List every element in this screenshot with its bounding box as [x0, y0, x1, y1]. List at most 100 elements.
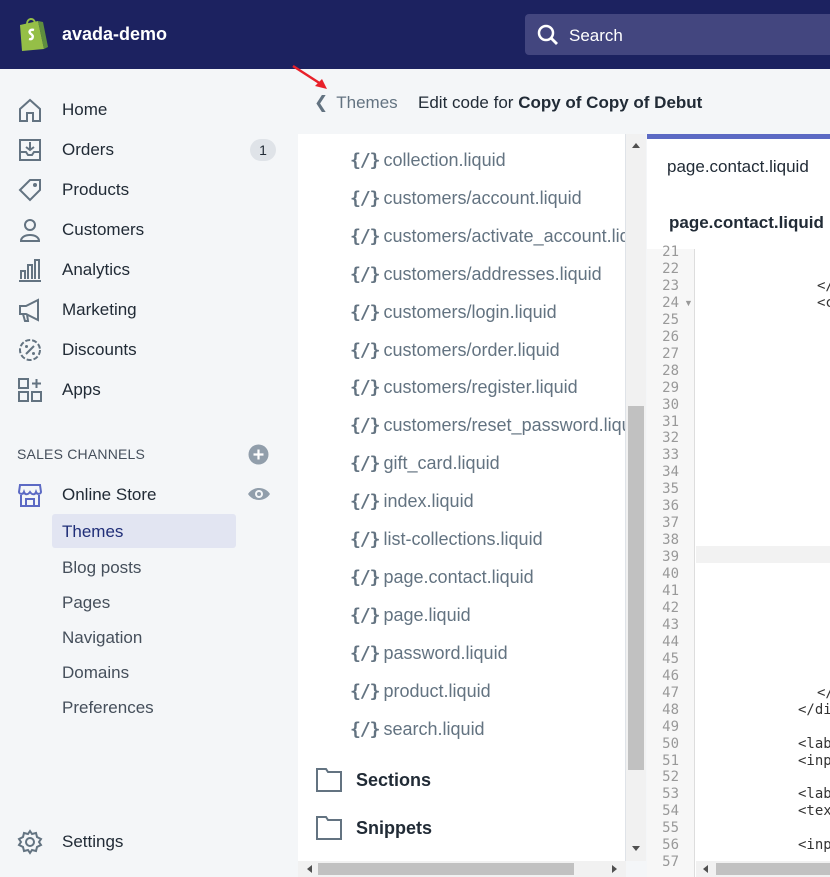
tab-page-contact[interactable]: page.contact.liquid: [667, 157, 809, 177]
liquid-file-icon: {/}: [350, 225, 380, 247]
nav-settings[interactable]: Settings: [0, 824, 296, 860]
file-item[interactable]: {/} customers/order.liquid: [350, 340, 560, 370]
line-number: 28: [662, 362, 679, 379]
code-line[interactable]: <lab: [798, 786, 830, 802]
sub-item-pages[interactable]: Pages: [52, 585, 236, 619]
scrollbar-thumb[interactable]: [318, 863, 574, 875]
file-name: customers/order.liquid: [383, 339, 560, 360]
code-editor: page.contact.liquid page.contact.liquid …: [647, 134, 830, 877]
line-number: 21: [662, 244, 679, 260]
scrollbar-thumb[interactable]: [716, 863, 830, 875]
file-item[interactable]: {/} product.liquid: [350, 681, 491, 711]
line-number: 50: [662, 735, 679, 752]
nav-analytics[interactable]: Analytics: [0, 252, 296, 288]
code-line[interactable]: <lab: [798, 736, 830, 752]
sub-item-preferences[interactable]: Preferences: [52, 690, 236, 724]
code-line[interactable]: </: [817, 685, 830, 701]
code-line[interactable]: </: [817, 278, 830, 294]
sub-item-domains[interactable]: Domains: [52, 655, 236, 689]
nav-online-store-label: Online Store: [62, 485, 157, 504]
liquid-file-icon: {/}: [350, 187, 380, 209]
file-item[interactable]: {/} page.contact.liquid: [350, 567, 534, 597]
scroll-up-arrow-icon[interactable]: [626, 138, 646, 154]
sub-item-themes[interactable]: Themes: [52, 514, 236, 548]
nav-marketing[interactable]: Marketing: [0, 292, 296, 328]
nav-apps[interactable]: Apps: [0, 372, 296, 408]
file-item[interactable]: {/} customers/login.liquid: [350, 302, 557, 332]
search-bar[interactable]: Search: [525, 14, 830, 55]
liquid-file-icon: {/}: [350, 150, 380, 171]
nav-customers[interactable]: Customers: [0, 212, 296, 248]
line-number-gutter: 21 22 23 24 25 26 27 28 29 30 31 32 33 34 35 36 37 38 39 40…: [647, 244, 695, 877]
file-item[interactable]: {/} customers/addresses.liquid: [350, 264, 602, 294]
fold-arrow-icon[interactable]: ▼: [684, 298, 693, 308]
file-item[interactable]: {/} customers/reset_password.liquid: [350, 415, 626, 445]
file-name: customers/activate_account.liquid: [383, 225, 625, 246]
back-label: Themes: [336, 93, 398, 112]
nav-products[interactable]: Products: [0, 172, 296, 208]
editor-horizontal-scrollbar[interactable]: [696, 861, 830, 877]
file-name: password.liquid: [383, 642, 508, 663]
file-name: customers/login.liquid: [383, 301, 557, 322]
editor-accent-bar: [647, 134, 830, 139]
scroll-left-arrow-icon[interactable]: [698, 861, 714, 877]
line-number: 49: [662, 718, 679, 735]
sub-item-themes-label: Themes: [62, 522, 124, 541]
line-number: 43: [662, 616, 679, 633]
line-number: 36: [662, 498, 679, 515]
line-number: 31: [662, 413, 679, 430]
line-number: 53: [662, 786, 679, 803]
nav-marketing-label: Marketing: [62, 300, 137, 319]
nav-home-label: Home: [62, 100, 108, 119]
file-item[interactable]: {/} collection.liquid: [350, 150, 506, 180]
sub-item-navigation-label: Navigation: [62, 628, 143, 647]
shopify-bag-icon[interactable]: [16, 16, 48, 52]
sub-item-blog-posts[interactable]: Blog posts: [52, 550, 236, 584]
sub-item-navigation[interactable]: Navigation: [52, 620, 236, 654]
add-channel-icon[interactable]: [248, 444, 269, 465]
store-name[interactable]: avada-demo: [62, 24, 167, 45]
theme-name: Copy of Copy of Debut: [518, 93, 703, 112]
file-item[interactable]: {/} page.liquid: [350, 605, 471, 635]
liquid-file-icon: {/}: [350, 566, 380, 588]
file-item[interactable]: {/} password.liquid: [350, 643, 508, 673]
file-item[interactable]: {/}customers/activate_account.liquid: [350, 225, 625, 256]
scroll-down-arrow-icon[interactable]: [626, 840, 646, 856]
red-pointer-arrow-icon: [292, 64, 327, 89]
code-line[interactable]: <c: [817, 295, 830, 311]
tag-icon: [18, 179, 41, 202]
back-to-themes-link[interactable]: ❮ Themes: [314, 93, 398, 113]
file-tree-horizontal-scrollbar[interactable]: [298, 861, 626, 877]
sidebar: Home Orders 1 Products Customers Analyti…: [0, 69, 296, 877]
line-number: 45: [662, 650, 679, 667]
line-number: 55: [662, 820, 679, 837]
scroll-left-arrow-icon[interactable]: [302, 861, 318, 877]
file-item[interactable]: {/} list-collections.liquid: [350, 529, 543, 559]
file-tree-vertical-scrollbar[interactable]: [626, 134, 646, 861]
code-line[interactable]: <tex: [798, 803, 830, 819]
file-item[interactable]: {/} customers/register.liquid: [350, 377, 578, 407]
file-partial[interactable]: {/}: [350, 134, 380, 144]
file-item[interactable]: {/} index.liquid: [350, 491, 474, 521]
file-item[interactable]: {/} customers/account.liquid: [350, 188, 582, 218]
view-store-eye-icon[interactable]: [247, 486, 271, 502]
liquid-file-icon: {/}: [350, 604, 380, 626]
code-line[interactable]: <inp: [798, 753, 830, 769]
liquid-file-icon: {/}: [350, 134, 380, 135]
page-title: Edit code for Copy of Copy of Debut: [418, 93, 702, 113]
code-line[interactable]: </di: [798, 702, 830, 718]
file-name: collection.liquid: [383, 150, 506, 170]
file-name: page.liquid: [383, 604, 471, 625]
file-item[interactable]: {/} gift_card.liquid: [350, 453, 500, 483]
nav-orders[interactable]: Orders 1: [0, 132, 296, 168]
line-number: 35: [662, 481, 679, 498]
nav-home[interactable]: Home: [0, 92, 296, 128]
scroll-right-arrow-icon[interactable]: [606, 861, 622, 877]
code-line[interactable]: <inp: [798, 837, 830, 853]
folder-sections-label: Sections: [356, 770, 432, 790]
file-name: customers/reset_password.liquid: [383, 415, 626, 436]
nav-discounts[interactable]: Discounts: [0, 332, 296, 368]
file-item[interactable]: {/} search.liquid: [350, 719, 485, 749]
scrollbar-thumb[interactable]: [628, 406, 644, 770]
line-number: 46: [662, 667, 679, 684]
